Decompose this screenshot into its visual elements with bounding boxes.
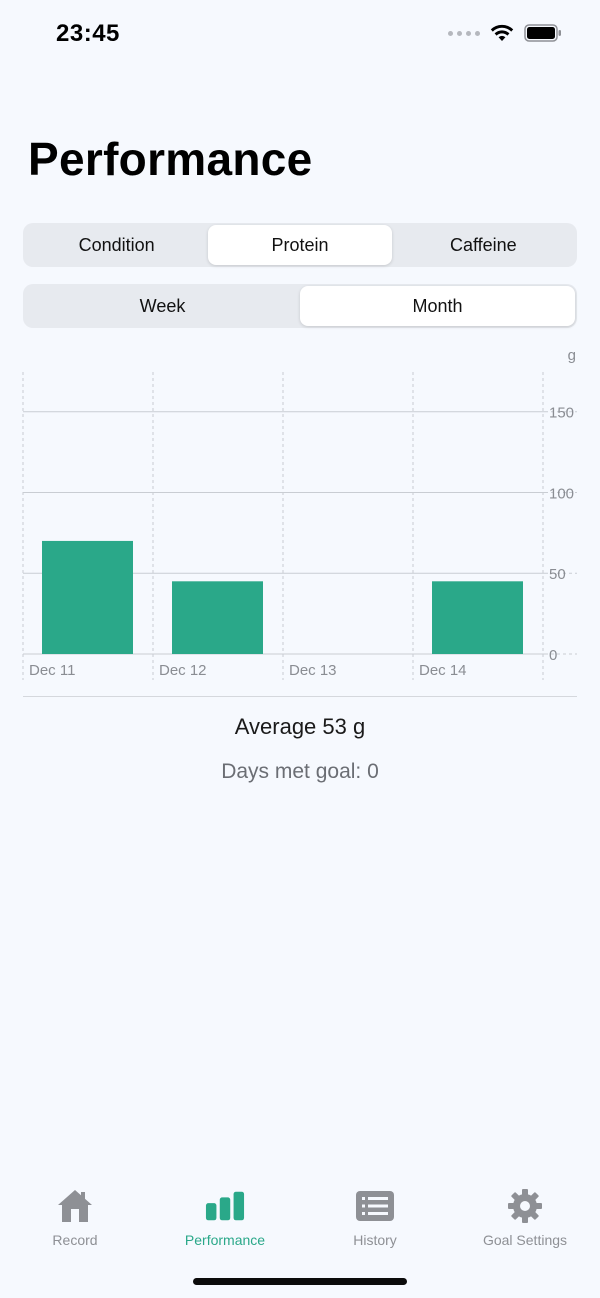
tab-label: Goal Settings xyxy=(482,1232,568,1248)
tab-goal-settings[interactable]: Goal Settings xyxy=(450,1186,600,1256)
segment-condition[interactable]: Condition xyxy=(25,225,208,265)
protein-bar-chart: 0 50 100 150 g Dec 11 Dec 12 Dec 13 Dec 14 xyxy=(22,347,577,680)
protein-chart: 0 50 100 150 g Dec 11 Dec 12 Dec 13 Dec 14 xyxy=(0,340,600,690)
status-time: 23:45 xyxy=(56,20,120,47)
segment-caffeine[interactable]: Caffeine xyxy=(392,225,575,265)
segment-protein[interactable]: Protein xyxy=(208,225,392,265)
divider xyxy=(23,696,577,697)
x-tick-label: Dec 11 xyxy=(29,662,75,679)
x-tick-label: Dec 14 xyxy=(419,662,467,679)
y-tick-label: 0 xyxy=(549,647,557,664)
status-bar: 23:45 xyxy=(0,0,600,70)
gear-icon xyxy=(505,1186,545,1226)
metric-segmented-control: Condition Protein Caffeine xyxy=(23,223,577,267)
segment-label: Week xyxy=(139,295,186,316)
segment-month[interactable]: Month xyxy=(300,286,575,326)
segment-label: Protein xyxy=(271,234,329,255)
segment-label: Month xyxy=(412,295,463,316)
list-icon xyxy=(355,1186,395,1226)
battery-icon xyxy=(524,24,561,42)
x-tick-label: Dec 12 xyxy=(159,662,207,679)
y-tick-label: 150 xyxy=(549,405,574,422)
tab-label: History xyxy=(353,1232,397,1248)
home-indicator xyxy=(193,1278,407,1285)
house-icon xyxy=(55,1186,95,1226)
page-title: Performance xyxy=(28,133,313,185)
y-tick-label: 50 xyxy=(549,566,566,583)
segment-label: Caffeine xyxy=(449,234,517,255)
days-met-goal: Days met goal: 0 xyxy=(221,760,379,783)
tab-label: Record xyxy=(52,1232,98,1248)
status-icons xyxy=(448,24,562,42)
bar-chart-icon xyxy=(205,1186,245,1226)
cellular-signal-icon xyxy=(448,30,480,36)
wifi-icon xyxy=(490,24,514,41)
segment-week[interactable]: Week xyxy=(25,286,300,326)
tab-history[interactable]: History xyxy=(300,1186,450,1256)
tab-record[interactable]: Record xyxy=(0,1186,150,1256)
y-tick-label: 100 xyxy=(549,485,574,502)
period-segmented-control: Week Month xyxy=(23,284,577,328)
data-bar xyxy=(432,581,523,654)
x-tick-label: Dec 13 xyxy=(289,662,337,679)
data-bar xyxy=(172,581,263,654)
data-bar xyxy=(42,540,133,654)
average-value: Average 53 g xyxy=(234,714,366,739)
tab-label: Performance xyxy=(184,1232,266,1248)
segment-label: Condition xyxy=(78,234,155,255)
y-axis-unit-label: g xyxy=(568,347,576,364)
tab-performance[interactable]: Performance xyxy=(150,1186,300,1256)
tab-bar: Record Performance History Goal Settings xyxy=(0,1186,600,1256)
